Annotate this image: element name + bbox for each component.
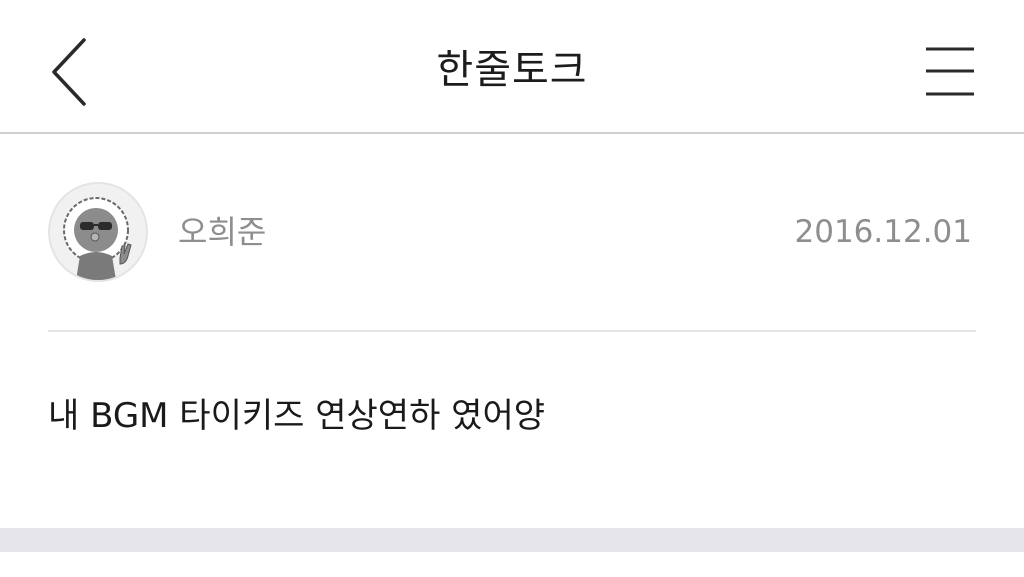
back-button[interactable] xyxy=(40,34,100,110)
divider xyxy=(48,330,976,332)
author-row: 오희준 2016.12.01 xyxy=(48,182,976,286)
character-avatar-icon xyxy=(50,184,146,280)
talk-screen: 한줄토크 오희준 2016.12.01 내 BGM 타이키즈 연상연하 였어양 xyxy=(0,0,1024,577)
menu-button[interactable] xyxy=(914,38,986,104)
top-bar: 한줄토크 xyxy=(0,0,1024,134)
talk-post: 오희준 2016.12.01 내 BGM 타이키즈 연상연하 였어양 xyxy=(0,134,1024,528)
page-title: 한줄토크 xyxy=(436,47,588,93)
avatar[interactable] xyxy=(48,182,148,282)
hamburger-menu-icon xyxy=(914,38,986,104)
section-separator xyxy=(0,528,1024,552)
post-body-text: 내 BGM 타이키즈 연상연하 였어양 xyxy=(48,396,545,436)
chevron-left-icon xyxy=(40,34,100,110)
author-name[interactable]: 오희준 xyxy=(178,208,266,256)
post-date: 2016.12.01 xyxy=(794,214,973,250)
